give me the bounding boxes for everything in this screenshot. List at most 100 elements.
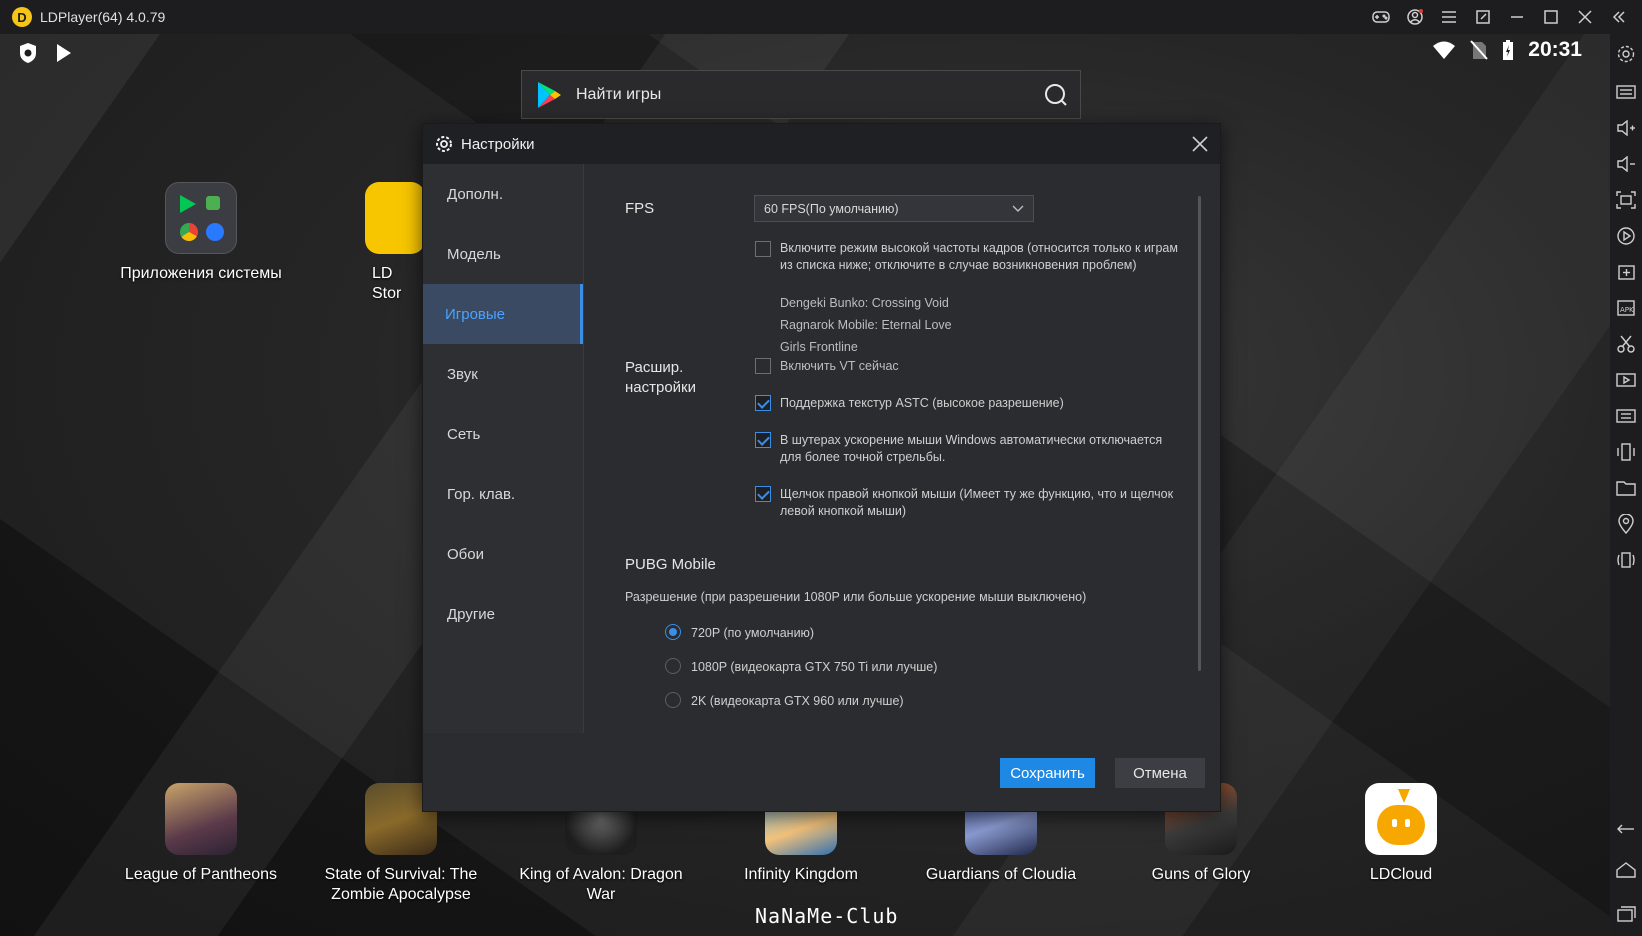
chevron-down-icon <box>1012 205 1024 212</box>
record-icon[interactable] <box>1610 218 1642 254</box>
volume-down-icon[interactable] <box>1610 146 1642 182</box>
settings-scrollbar[interactable] <box>1198 196 1201 671</box>
nav-item-advanced[interactable]: Дополн. <box>423 164 583 224</box>
right-toolbar: APK <box>1610 34 1642 936</box>
sync-icon[interactable] <box>1610 398 1642 434</box>
settings-dialog-title: Настройки <box>461 135 535 153</box>
system-apps-icon <box>165 182 237 254</box>
game-list-item: Girls Frontline <box>780 340 858 354</box>
desktop-app-system-apps[interactable]: Приложения системы <box>106 182 296 284</box>
desktop-app-label: Приложения системы <box>120 265 282 282</box>
nav-item-other[interactable]: Другие <box>423 584 583 644</box>
desktop-app-label: LD Stor <box>372 265 402 302</box>
nav-item-game[interactable]: Игровые <box>423 284 583 344</box>
maximize-icon[interactable] <box>1534 0 1568 34</box>
fps-select[interactable]: 60 FPS(По умолчанию) <box>754 195 1034 222</box>
menu-icon[interactable] <box>1432 0 1466 34</box>
search-icon[interactable] <box>1044 83 1068 107</box>
apk-install-icon[interactable]: APK <box>1610 290 1642 326</box>
keyboard-icon[interactable] <box>1610 74 1642 110</box>
right-click-checkbox[interactable] <box>755 486 771 502</box>
settings-content: FPS 60 FPS(По умолчанию) Включите режим … <box>585 164 1221 733</box>
nav-item-network[interactable]: Сеть <box>423 404 583 464</box>
desktop-app-label: Guns of Glory <box>1151 866 1251 883</box>
astc-checkbox[interactable] <box>755 395 771 411</box>
settings-dialog: Настройки Дополн. Модель Игровые Звук Се… <box>422 123 1221 812</box>
no-sim-icon <box>1470 40 1489 60</box>
fps-select-value: 60 FPS(По умолчанию) <box>764 201 899 216</box>
minimize-icon[interactable] <box>1500 0 1534 34</box>
window-controls <box>1364 0 1636 34</box>
nav-item-hotkeys[interactable]: Гор. клав. <box>423 464 583 524</box>
mouse-accel-text: В шутерах ускорение мыши Windows автомат… <box>780 433 1163 464</box>
resolution-1080p-radio[interactable] <box>665 658 681 674</box>
game-list-item: Dengeki Bunko: Crossing Void <box>780 296 949 310</box>
close-icon[interactable] <box>1190 134 1210 154</box>
android-status-bar: 20:31 <box>0 34 1610 70</box>
location-icon[interactable] <box>1610 506 1642 542</box>
desktop-app-label: LDCloud <box>1369 866 1433 883</box>
rotate-icon[interactable] <box>1610 542 1642 578</box>
gamepad-icon[interactable] <box>1364 0 1398 34</box>
nav-item-model[interactable]: Модель <box>423 224 583 284</box>
scissors-icon[interactable] <box>1610 326 1642 362</box>
high-fps-checkbox[interactable] <box>755 241 771 257</box>
resolution-option-label: 1080P (видеокарта GTX 750 Ti или лучше) <box>691 660 938 674</box>
window-titlebar: D LDPlayer(64) 4.0.79 <box>0 0 1642 34</box>
vt-text: Включить VT сейчас <box>780 359 899 373</box>
wifi-icon <box>1433 41 1456 59</box>
account-icon[interactable] <box>1398 0 1432 34</box>
save-button[interactable]: Сохранить <box>1000 758 1095 788</box>
shield-icon <box>20 43 36 63</box>
pin-window-icon[interactable] <box>1466 0 1500 34</box>
recent-apps-icon[interactable] <box>1610 892 1642 936</box>
folder-icon[interactable] <box>1610 470 1642 506</box>
gear-icon <box>436 136 452 152</box>
settings-nav: Дополн. Модель Игровые Звук Сеть Гор. кл… <box>423 164 584 733</box>
shake-icon[interactable] <box>1610 434 1642 470</box>
desktop-app-label: Guardians of Cloudia <box>925 866 1077 883</box>
watermark-text: NaNaMe-Club <box>755 904 899 928</box>
video-icon[interactable] <box>1610 362 1642 398</box>
cancel-button[interactable]: Отмена <box>1115 758 1205 788</box>
google-play-icon <box>538 81 561 108</box>
nav-item-wallpaper[interactable]: Обои <box>423 524 583 584</box>
settings-gear-icon[interactable] <box>1610 34 1642 74</box>
game-search-bar[interactable]: Найти игры <box>521 70 1081 119</box>
collapse-sidebar-icon[interactable] <box>1602 0 1636 34</box>
ldplayer-logo-icon: D <box>12 7 32 27</box>
league-of-pantheons-icon <box>165 783 237 855</box>
back-icon[interactable] <box>1610 812 1642 848</box>
fps-label: FPS <box>625 200 655 217</box>
astc-text: Поддержка текстур ASTC (высокое разрешен… <box>780 396 1064 410</box>
desktop-app-label: League of Pantheons <box>124 866 278 883</box>
svg-text:APK: APK <box>1620 306 1634 314</box>
desktop-app-label: Infinity Kingdom <box>744 866 858 883</box>
desktop-app-ld-store[interactable]: LD Stor <box>306 182 425 304</box>
right-click-text: Щелчок правой кнопкой мыши (Имеет ту же … <box>780 487 1174 518</box>
search-input[interactable]: Найти игры <box>576 86 1044 104</box>
screenshot-icon[interactable] <box>1610 182 1642 218</box>
vt-checkbox[interactable] <box>755 358 771 374</box>
home-icon[interactable] <box>1610 848 1642 892</box>
desktop-app-label: State of Survival: The Zombie Apocalypse <box>324 866 478 903</box>
ld-store-icon <box>365 182 425 254</box>
resolution-option-label: 2K (видеокарта GTX 960 или лучше) <box>691 694 904 708</box>
volume-up-icon[interactable] <box>1610 110 1642 146</box>
status-clock: 20:31 <box>1528 38 1582 61</box>
add-window-icon[interactable] <box>1610 254 1642 290</box>
resolution-option-label: 720P (по умолчанию) <box>691 626 815 640</box>
desktop-app-label: King of Avalon: Dragon War <box>519 866 683 903</box>
nav-item-sound[interactable]: Звук <box>423 344 583 404</box>
desktop-app-league-of-pantheons[interactable]: League of Pantheons <box>106 783 296 885</box>
ldcloud-icon <box>1365 783 1437 855</box>
advanced-settings-label: Расшир. настройки <box>625 359 697 396</box>
window-title: LDPlayer(64) 4.0.79 <box>40 9 166 25</box>
desktop-app-ldcloud[interactable]: LDCloud <box>1306 783 1496 885</box>
mouse-accel-checkbox[interactable] <box>755 432 771 448</box>
pubg-section-title: PUBG Mobile <box>625 556 716 573</box>
settings-dialog-footer: Сохранить Отмена <box>423 733 1220 811</box>
close-window-icon[interactable] <box>1568 0 1602 34</box>
resolution-720p-radio[interactable] <box>665 624 681 640</box>
resolution-2k-radio[interactable] <box>665 692 681 708</box>
